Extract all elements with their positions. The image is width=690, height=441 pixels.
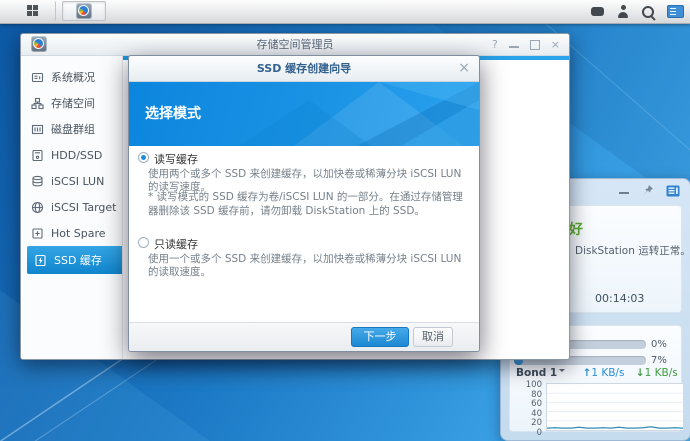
main-menu-button[interactable]	[12, 1, 56, 21]
sidebar: 系统概况 存储空间 磁盘群组 HDD/SSD iSCSI LUN iSCSI T…	[21, 56, 123, 359]
panel-icon[interactable]	[666, 185, 680, 197]
close-icon[interactable]: ×	[458, 56, 470, 81]
chat-icon[interactable]	[591, 7, 604, 16]
usage-percent: 0%	[651, 339, 667, 350]
hot-spare-icon	[32, 227, 43, 239]
radio-label[interactable]: 只读缓存	[154, 236, 198, 252]
radio-read-only-cache[interactable]	[138, 237, 149, 248]
download-speed: ↓1 KB/s	[635, 367, 678, 379]
sidebar-item-iscsi-lun[interactable]: iSCSI LUN	[21, 168, 122, 194]
network-interface-dropdown[interactable]: Bond 1	[516, 367, 566, 379]
ssd-cache-icon	[35, 254, 46, 266]
step-title: 选择模式	[145, 106, 201, 122]
storage-manager-icon	[31, 36, 47, 52]
sidebar-item-storage-volume[interactable]: 存储空间	[21, 90, 122, 116]
chart-y-axis: 100 80 60 40 20 0	[525, 380, 542, 438]
sidebar-item-system-overview[interactable]: 系统概况	[21, 64, 122, 90]
dialog-banner: 选择模式	[129, 82, 479, 146]
minimize-icon[interactable]	[619, 192, 629, 194]
iscsi-target-icon	[31, 201, 44, 213]
pilot-view-icon[interactable]	[667, 5, 684, 18]
dialog-titlebar[interactable]: SSD 缓存创建向导 ×	[129, 56, 479, 82]
ssd-cache-wizard-dialog: SSD 缓存创建向导 × 选择模式 读写缓存 使用两个或多个 SSD 来创建缓存…	[128, 55, 480, 352]
radio-read-write-cache[interactable]	[138, 152, 149, 163]
banner-facets	[239, 82, 479, 146]
dialog-footer: 下一步 取消	[129, 322, 479, 351]
overview-icon	[31, 72, 44, 82]
upload-speed: ↑1 KB/s	[582, 367, 625, 379]
maximize-button[interactable]	[529, 39, 540, 50]
storage-manager-taskbar-button[interactable]	[62, 1, 106, 21]
disk-group-icon	[31, 124, 44, 134]
apps-grid-icon	[27, 4, 40, 18]
sidebar-item-hot-spare[interactable]: Hot Spare	[21, 220, 122, 246]
sidebar-item-hdd-ssd[interactable]: HDD/SSD	[21, 142, 122, 168]
next-button[interactable]: 下一步	[351, 327, 409, 347]
sidebar-item-iscsi-target[interactable]: iSCSI Target	[21, 194, 122, 220]
sidebar-item-ssd-cache[interactable]: SSD 缓存	[27, 246, 122, 274]
window-title: 存储空间管理员	[256, 38, 334, 51]
chevron-down-icon	[559, 369, 566, 375]
health-message: DiskStation 运转正常。	[575, 245, 690, 257]
minimize-button[interactable]	[508, 46, 519, 48]
help-button[interactable]: ?	[492, 38, 498, 51]
uptime-value: 00:14:03	[595, 292, 645, 305]
usage-percent: 7%	[651, 355, 667, 366]
storage-manager-icon	[76, 3, 92, 19]
volume-icon	[31, 97, 44, 109]
dialog-content: 读写缓存 使用两个或多个 SSD 来创建缓存，以加快卷或稀薄分块 iSCSI L…	[129, 146, 479, 323]
pin-icon[interactable]	[641, 184, 654, 197]
network-chart	[546, 383, 684, 431]
sidebar-item-disk-group[interactable]: 磁盘群组	[21, 116, 122, 142]
dialog-title: SSD 缓存创建向导	[256, 62, 352, 75]
window-titlebar[interactable]: 存储空间管理员 ? ×	[21, 34, 569, 56]
option-note: * 读写模式的 SSD 缓存为卷/iSCSI LUN 的一部分。在通过存储管理器…	[148, 191, 463, 217]
cancel-button[interactable]: 取消	[413, 327, 453, 347]
radio-label[interactable]: 读写缓存	[154, 151, 198, 167]
option-description: 使用一个或多个 SSD 来创建缓存，以加快卷或稀薄分块 iSCSI LUN 的读…	[148, 253, 462, 278]
iscsi-lun-icon	[32, 175, 43, 186]
hdd-icon	[32, 149, 43, 161]
user-icon[interactable]	[617, 5, 629, 18]
search-icon[interactable]	[642, 5, 654, 18]
close-button[interactable]: ×	[551, 38, 560, 51]
taskbar	[0, 0, 690, 24]
